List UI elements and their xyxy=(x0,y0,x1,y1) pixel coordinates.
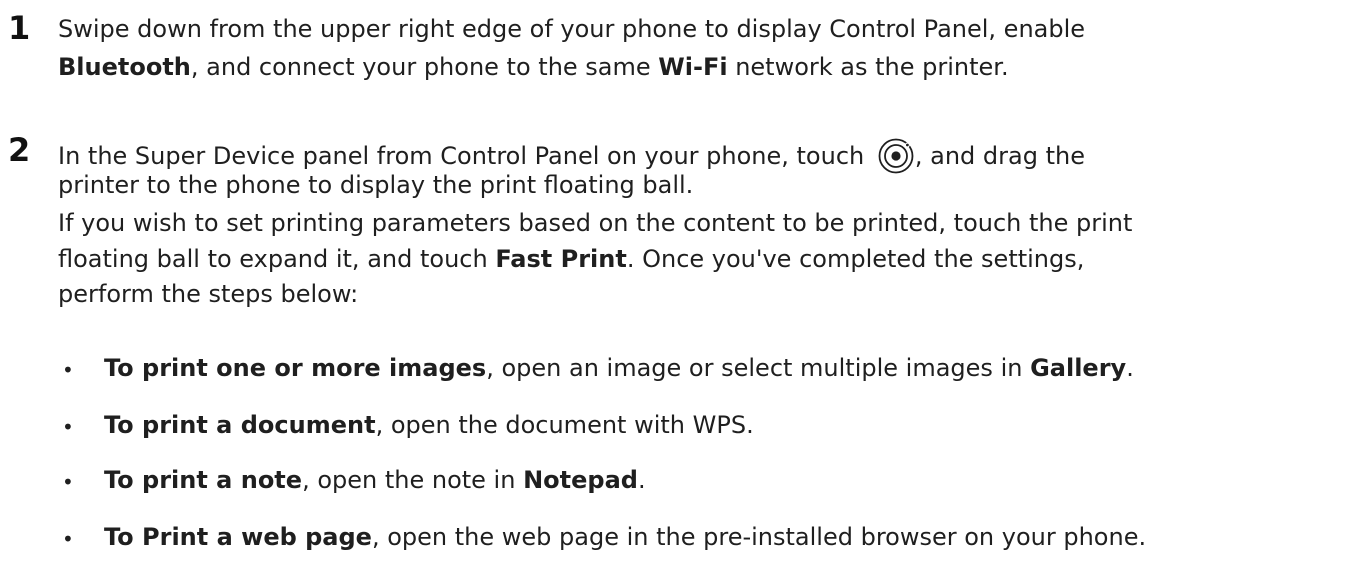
bullet-heading: To print one or more images xyxy=(104,354,487,382)
step-2-line-3: If you wish to set printing parameters b… xyxy=(58,208,1132,238)
bullet-heading: To print a note xyxy=(104,466,303,494)
step-text: printer to the phone to display the prin… xyxy=(58,171,694,199)
bullet-item-note: To print a note, open the note in Notepa… xyxy=(104,465,646,495)
bullet-marker: • xyxy=(62,415,74,439)
step-text: Swipe down from the upper right edge of … xyxy=(58,15,1086,43)
bullet-text: . xyxy=(1126,354,1134,382)
step-1-line-1: Swipe down from the upper right edge of … xyxy=(58,14,1085,44)
bluetooth-label: Bluetooth xyxy=(58,53,191,81)
step-2-line-5: perform the steps below: xyxy=(58,279,358,309)
bullet-text: , open an image or select multiple image… xyxy=(486,354,1031,382)
step-2-line-4: floating ball to expand it, and touch Fa… xyxy=(58,244,1084,274)
fast-print-label: Fast Print xyxy=(495,245,627,273)
step-text: . Once you've completed the settings, xyxy=(626,245,1085,273)
bullet-marker: • xyxy=(62,527,74,551)
instruction-page: 1 Swipe down from the upper right edge o… xyxy=(0,0,1365,562)
wifi-label: Wi-Fi xyxy=(658,53,728,81)
bullet-heading: To Print a web page xyxy=(104,523,372,551)
step-text: , and drag the xyxy=(914,142,1085,170)
bullet-text: . xyxy=(637,466,646,494)
bullet-item-images: To print one or more images, open an ima… xyxy=(104,353,1134,383)
step-number: 2 xyxy=(8,131,31,169)
bullet-text: , open the web page in the pre-installed… xyxy=(371,523,1147,551)
step-text: perform the steps below: xyxy=(58,280,359,308)
bullet-marker: • xyxy=(62,358,74,382)
step-text: , and connect your phone to the same xyxy=(190,53,659,81)
step-text: floating ball to expand it, and touch xyxy=(58,245,496,273)
step-number: 1 xyxy=(8,9,31,47)
super-device-icon xyxy=(876,136,916,176)
bullet-text: , open the document with WPS. xyxy=(375,411,754,439)
notepad-label: Notepad xyxy=(523,466,638,494)
bullet-item-document: To print a document, open the document w… xyxy=(104,410,754,440)
step-1-line-2: Bluetooth, and connect your phone to the… xyxy=(58,52,1009,82)
step-text: In the Super Device panel from Control P… xyxy=(58,142,872,170)
step-text: If you wish to set printing parameters b… xyxy=(58,209,1133,237)
bullet-item-web-page: To Print a web page, open the web page i… xyxy=(104,522,1146,552)
bullet-heading: To print a document xyxy=(104,411,376,439)
step-2-line-2: printer to the phone to display the prin… xyxy=(58,170,693,200)
bullet-marker: • xyxy=(62,470,74,494)
bullet-text: , open the note in xyxy=(302,466,524,494)
step-text: network as the printer. xyxy=(727,53,1009,81)
gallery-label: Gallery xyxy=(1030,354,1127,382)
